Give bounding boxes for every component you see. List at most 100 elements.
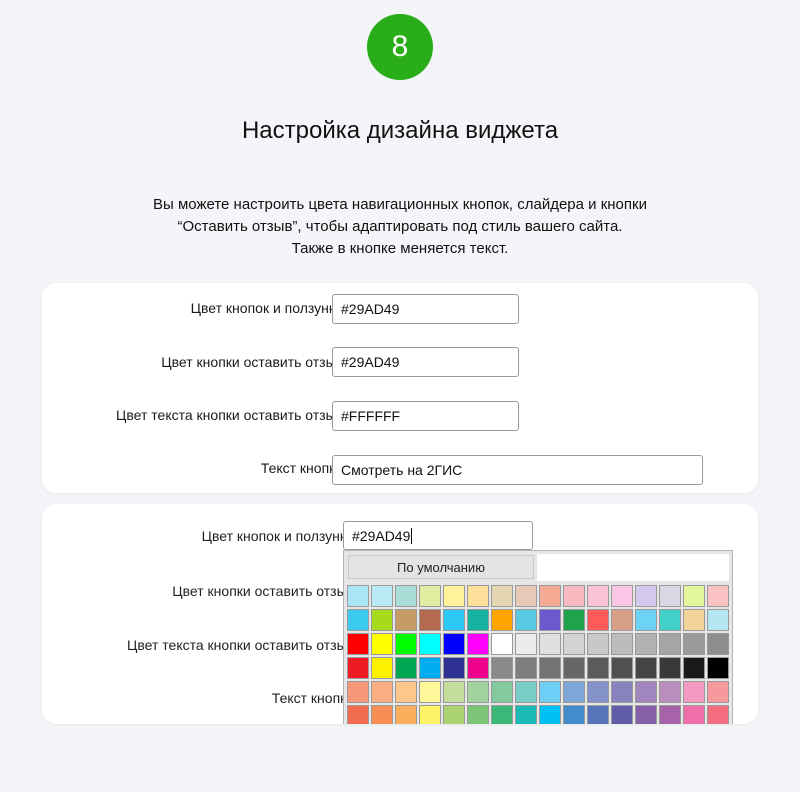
color-swatch[interactable] (563, 705, 585, 724)
color-swatch[interactable] (371, 681, 393, 703)
color-swatch[interactable] (683, 633, 705, 655)
color-swatch[interactable] (371, 585, 393, 607)
color-swatch[interactable] (539, 705, 561, 724)
color-swatch[interactable] (563, 633, 585, 655)
color-swatch[interactable] (563, 681, 585, 703)
color-swatch[interactable] (659, 705, 681, 724)
color-swatch[interactable] (587, 609, 609, 631)
color-swatch[interactable] (443, 609, 465, 631)
color-swatch[interactable] (659, 657, 681, 679)
color-swatch[interactable] (659, 681, 681, 703)
color-swatch[interactable] (395, 705, 417, 724)
color-swatch[interactable] (443, 681, 465, 703)
color-swatch[interactable] (515, 705, 537, 724)
color-swatch[interactable] (347, 705, 369, 724)
color-swatch[interactable] (707, 705, 729, 724)
color-swatch[interactable] (563, 609, 585, 631)
color-swatch[interactable] (635, 657, 657, 679)
color-swatch[interactable] (635, 585, 657, 607)
color-swatch[interactable] (443, 657, 465, 679)
color-swatch[interactable] (515, 681, 537, 703)
color-swatch[interactable] (491, 609, 513, 631)
color-swatch[interactable] (635, 681, 657, 703)
button-text-input[interactable]: Смотреть на 2ГИС (332, 455, 703, 485)
color-swatch[interactable] (467, 657, 489, 679)
color-swatch[interactable] (395, 633, 417, 655)
color-swatch[interactable] (467, 633, 489, 655)
default-color-button[interactable]: По умолчанию (348, 555, 534, 579)
color-swatch[interactable] (467, 585, 489, 607)
color-swatch[interactable] (635, 609, 657, 631)
color-swatch[interactable] (563, 585, 585, 607)
color-swatch[interactable] (539, 681, 561, 703)
color-swatch[interactable] (491, 657, 513, 679)
color-swatch[interactable] (491, 633, 513, 655)
color-swatch[interactable] (515, 609, 537, 631)
color-swatch[interactable] (419, 609, 441, 631)
color-swatch[interactable] (443, 705, 465, 724)
color-swatch[interactable] (707, 633, 729, 655)
color-swatch[interactable] (635, 633, 657, 655)
color-swatch[interactable] (683, 705, 705, 724)
color-swatch[interactable] (539, 657, 561, 679)
color-swatch[interactable] (395, 681, 417, 703)
color-swatch[interactable] (347, 657, 369, 679)
color-swatch[interactable] (539, 609, 561, 631)
color-swatch[interactable] (395, 609, 417, 631)
color-swatch[interactable] (611, 585, 633, 607)
color-swatch[interactable] (587, 585, 609, 607)
color-swatch[interactable] (419, 633, 441, 655)
color-swatch[interactable] (611, 609, 633, 631)
color-swatch[interactable] (539, 633, 561, 655)
color-swatch[interactable] (539, 585, 561, 607)
color-swatch[interactable] (419, 585, 441, 607)
color-swatch[interactable] (371, 657, 393, 679)
color-swatch[interactable] (515, 633, 537, 655)
color-swatch[interactable] (587, 681, 609, 703)
review-button-text-color-input[interactable]: #FFFFFF (332, 401, 519, 431)
color-swatch[interactable] (347, 585, 369, 607)
color-swatch[interactable] (347, 609, 369, 631)
color-swatch[interactable] (515, 657, 537, 679)
color-swatch[interactable] (347, 633, 369, 655)
color-swatch[interactable] (611, 657, 633, 679)
color-swatch[interactable] (635, 705, 657, 724)
color-swatch[interactable] (491, 681, 513, 703)
color-swatch[interactable] (683, 681, 705, 703)
buttons-slider-color-input-active[interactable]: #29AD49 (343, 521, 533, 550)
color-swatch[interactable] (419, 705, 441, 724)
color-swatch[interactable] (371, 705, 393, 724)
buttons-slider-color-input[interactable]: #29AD49 (332, 294, 519, 324)
color-swatch[interactable] (611, 705, 633, 724)
color-swatch[interactable] (491, 705, 513, 724)
color-swatch[interactable] (491, 585, 513, 607)
color-swatch[interactable] (587, 633, 609, 655)
color-swatch[interactable] (467, 705, 489, 724)
color-swatch[interactable] (683, 585, 705, 607)
color-swatch[interactable] (419, 681, 441, 703)
color-swatch[interactable] (707, 585, 729, 607)
color-swatch[interactable] (707, 609, 729, 631)
color-swatch[interactable] (611, 633, 633, 655)
color-swatch[interactable] (443, 633, 465, 655)
color-swatch[interactable] (443, 585, 465, 607)
color-swatch[interactable] (683, 657, 705, 679)
color-swatch[interactable] (467, 609, 489, 631)
color-swatch[interactable] (467, 681, 489, 703)
review-button-color-input[interactable]: #29AD49 (332, 347, 519, 377)
color-swatch[interactable] (683, 609, 705, 631)
color-swatch[interactable] (395, 657, 417, 679)
color-swatch[interactable] (659, 609, 681, 631)
color-swatch[interactable] (419, 657, 441, 679)
color-swatch[interactable] (707, 681, 729, 703)
color-swatch[interactable] (659, 585, 681, 607)
color-swatch[interactable] (707, 657, 729, 679)
color-swatch[interactable] (659, 633, 681, 655)
color-swatch[interactable] (611, 681, 633, 703)
color-swatch[interactable] (371, 609, 393, 631)
color-swatch[interactable] (347, 681, 369, 703)
color-swatch[interactable] (587, 657, 609, 679)
color-swatch[interactable] (371, 633, 393, 655)
color-swatch[interactable] (395, 585, 417, 607)
color-swatch[interactable] (563, 657, 585, 679)
